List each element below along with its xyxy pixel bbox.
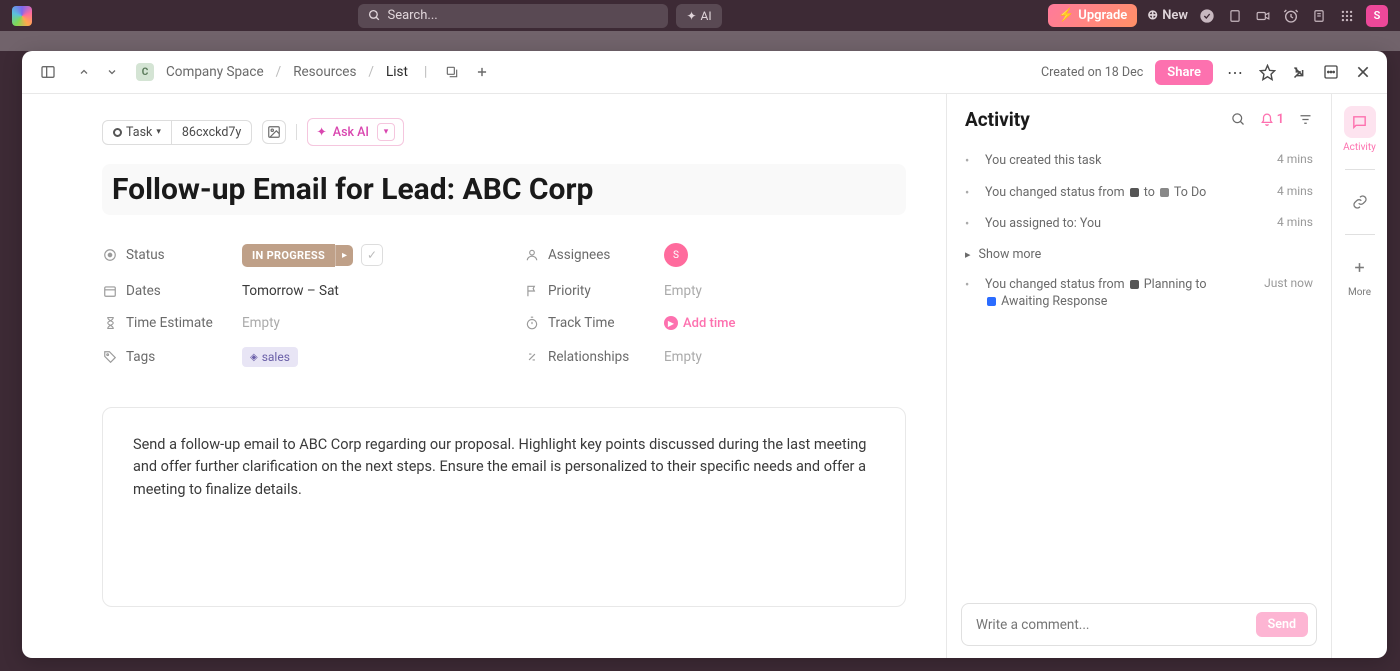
breadcrumb-space[interactable]: Company Space [166, 64, 264, 80]
task-title[interactable]: Follow-up Email for Lead: ABC Corp [102, 164, 906, 215]
person-icon [524, 248, 540, 262]
rail-activity-label: Activity [1343, 142, 1376, 153]
task-type-chip[interactable]: Task▾ 86cxckd7y [102, 120, 252, 145]
send-button[interactable]: Send [1256, 612, 1308, 637]
ai-button[interactable]: ✦ AI [676, 4, 721, 28]
space-badge: C [136, 63, 154, 81]
show-more-button[interactable]: ▸ Show more [965, 240, 1313, 269]
activity-title: Activity [965, 108, 1030, 131]
video-icon[interactable] [1254, 7, 1272, 25]
app-logo[interactable] [12, 6, 32, 26]
search-icon [368, 9, 381, 22]
calendar-icon [102, 284, 118, 298]
next-task-icon[interactable] [100, 60, 124, 84]
complete-check-icon[interactable]: ✓ [361, 244, 383, 266]
notification-badge[interactable]: 1 [1260, 112, 1284, 127]
tags-label: Tags [126, 349, 155, 365]
search-placeholder: Search... [387, 8, 437, 23]
clipboard-icon[interactable] [1226, 7, 1244, 25]
modal-header: C Company Space / Resources / List | Cre… [22, 51, 1387, 94]
minimize-icon[interactable] [1289, 65, 1309, 80]
priority-value[interactable]: Empty [664, 283, 702, 299]
task-type-dot-icon [113, 128, 122, 137]
activity-list: • You created this task 4 mins • You cha… [947, 141, 1331, 591]
plus-circle-icon: ⊕ [1147, 8, 1158, 23]
dates-value[interactable]: Tomorrow – Sat [242, 283, 339, 299]
chevron-right-icon: ▸ [965, 248, 971, 261]
filter-icon[interactable] [1298, 112, 1313, 127]
task-description[interactable]: Send a follow-up email to ABC Corp regar… [102, 407, 906, 607]
new-button[interactable]: ⊕ New [1147, 8, 1188, 23]
breadcrumb-folder[interactable]: Resources [293, 64, 356, 80]
upgrade-button[interactable]: ⚡ Upgrade [1048, 4, 1137, 27]
tag-icon: ◈ [250, 352, 258, 363]
task-main-column: Task▾ 86cxckd7y ✦ Ask AI ▾ Follow-up Ema… [22, 94, 947, 658]
comment-box[interactable]: Send [961, 603, 1317, 646]
search-icon[interactable] [1231, 112, 1246, 127]
created-on-label: Created on 18 Dec [1041, 65, 1143, 80]
time-estimate-value[interactable]: Empty [242, 315, 280, 331]
comment-input[interactable] [976, 617, 1256, 633]
image-icon[interactable] [262, 120, 286, 144]
close-icon[interactable] [1353, 64, 1373, 80]
apps-grid-icon[interactable] [1338, 7, 1356, 25]
next-status-icon[interactable]: ▸ [335, 245, 353, 266]
activity-panel: Activity 1 • You created this task 4 min… [947, 94, 1332, 658]
chevron-down-icon: ▾ [156, 127, 161, 137]
relationships-label: Relationships [548, 349, 629, 365]
rail-more-label: More [1348, 287, 1371, 298]
activity-item: • You assigned to: You 4 mins [965, 208, 1313, 240]
right-rail: Activity More [1332, 94, 1387, 658]
bolt-icon: ⚡ [1058, 8, 1074, 23]
task-modal: C Company Space / Resources / List | Cre… [22, 51, 1387, 658]
flag-icon [524, 284, 540, 298]
prev-task-icon[interactable] [72, 60, 96, 84]
time-estimate-label: Time Estimate [126, 315, 213, 331]
activity-item: • You changed status from Planning to Aw… [965, 269, 1313, 318]
rail-activity-button[interactable] [1344, 106, 1376, 138]
stopwatch-icon [524, 316, 540, 330]
assignee-avatar[interactable]: S [664, 243, 688, 267]
notepad-icon[interactable] [1310, 7, 1328, 25]
check-circle-icon[interactable] [1198, 7, 1216, 25]
status-label: Status [126, 247, 165, 263]
user-avatar[interactable]: S [1366, 5, 1388, 27]
priority-label: Priority [548, 283, 591, 299]
track-time-label: Track Time [548, 315, 615, 331]
relationships-icon [524, 350, 540, 364]
share-button[interactable]: Share [1155, 60, 1213, 85]
add-time-button[interactable]: ▶Add time [664, 316, 735, 331]
add-breadcrumb-icon[interactable] [473, 60, 491, 84]
expand-icon[interactable] [1321, 64, 1341, 80]
status-value[interactable]: IN PROGRESS ▸ ✓ [242, 244, 383, 267]
rail-link-button[interactable] [1344, 186, 1376, 218]
assignees-label: Assignees [548, 247, 610, 263]
task-id-chip[interactable]: 86cxckd7y [171, 121, 251, 144]
status-icon [102, 248, 118, 262]
play-icon: ▶ [664, 316, 678, 330]
app-top-bar: Search... ✦ AI ⚡ Upgrade ⊕ New [0, 0, 1400, 31]
tag-icon [102, 350, 118, 364]
activity-item: • You created this task 4 mins [965, 145, 1313, 177]
sidebar-toggle-icon[interactable] [36, 60, 60, 84]
dates-label: Dates [126, 283, 161, 299]
breadcrumb-list[interactable]: List [386, 64, 408, 80]
alarm-icon[interactable] [1282, 7, 1300, 25]
ask-ai-button[interactable]: ✦ Ask AI ▾ [307, 118, 404, 146]
chevron-down-icon[interactable]: ▾ [377, 123, 395, 141]
move-icon[interactable] [443, 60, 461, 84]
sparkle-icon: ✦ [686, 9, 696, 23]
global-search[interactable]: Search... [358, 4, 668, 28]
background-hint [0, 31, 1400, 51]
more-menu-icon[interactable]: ⋯ [1225, 63, 1245, 82]
activity-item: • You changed status from to To Do 4 min… [965, 177, 1313, 209]
favorite-icon[interactable] [1257, 64, 1277, 81]
hourglass-icon [102, 316, 118, 330]
sparkle-icon: ✦ [316, 124, 326, 140]
rail-add-button[interactable] [1344, 251, 1376, 283]
relationships-value[interactable]: Empty [664, 349, 702, 365]
tag-sales[interactable]: ◈sales [242, 347, 298, 367]
